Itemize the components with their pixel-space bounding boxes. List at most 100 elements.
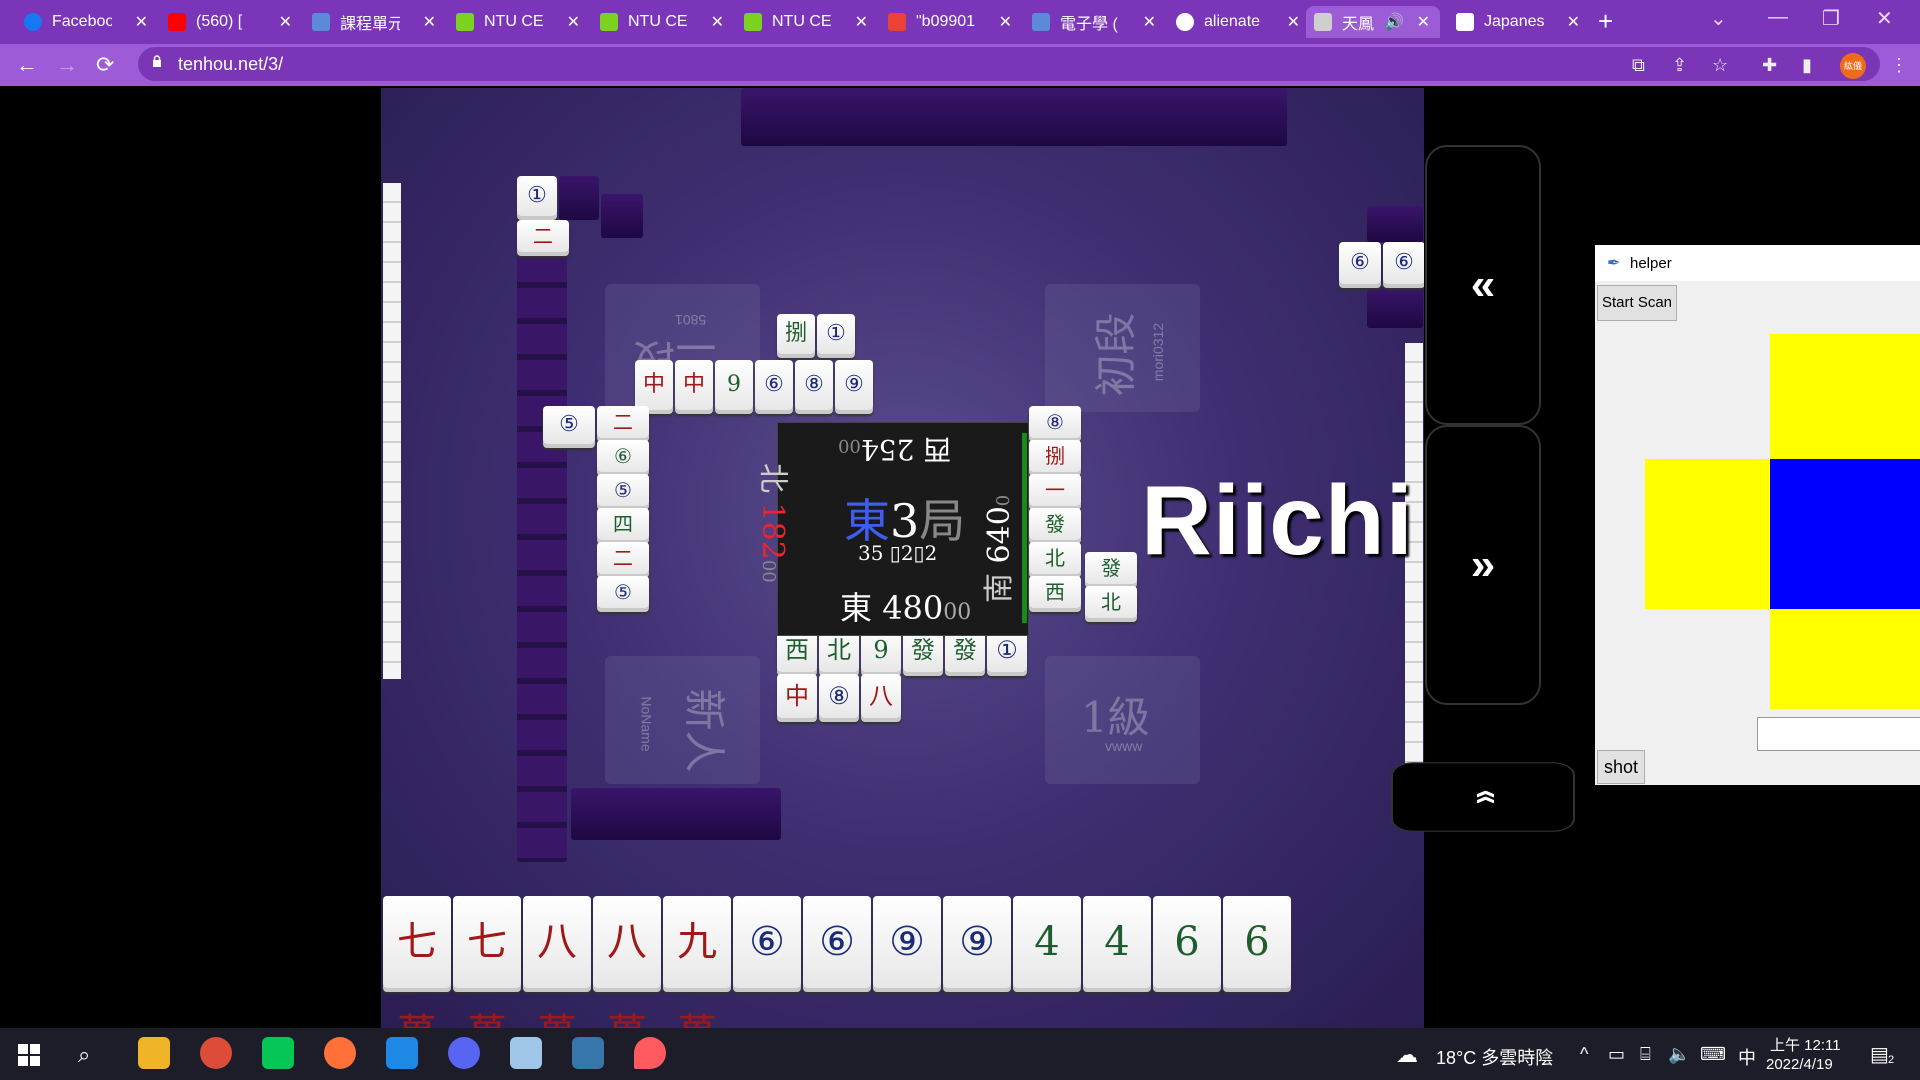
speaker-icon[interactable]: 🔊 (1384, 12, 1404, 32)
hand-tile[interactable]: 七萬 (383, 896, 451, 1028)
extensions-icon[interactable]: ✚ (1762, 55, 1777, 76)
right-discard-tile: 發 (1029, 508, 1081, 540)
restore-button[interactable]: ❐ (1822, 6, 1840, 31)
back-arrow-icon[interactable]: ← (16, 52, 38, 78)
ceiba-icon (456, 13, 474, 31)
close-tab-icon[interactable]: ✕ (711, 12, 724, 32)
line-icon[interactable] (262, 1037, 294, 1069)
right-discard-tile: 捌 (1029, 440, 1081, 472)
left-dora-wall (601, 194, 643, 238)
close-tab-icon[interactable]: ✕ (279, 12, 292, 32)
lock-icon[interactable] (152, 55, 162, 67)
star-icon[interactable]: ☆ (1712, 55, 1728, 76)
helper-window: ✒ helper Start Scan shot (1595, 245, 1920, 785)
chrome-icon[interactable] (200, 1037, 232, 1069)
score-panel: 西 25400 北 18200 南 6400 東3局 35 ▯2▯2 東 480… (755, 422, 1029, 636)
menu-icon[interactable]: ⋮ (1890, 55, 1908, 76)
tab-ntu-ceiba-1[interactable]: NTU CEI ✕ (448, 6, 590, 38)
close-tab-icon[interactable]: ✕ (135, 12, 148, 32)
hand-tile[interactable]: ⑨ (943, 896, 1011, 988)
start-scan-button[interactable]: Start Scan (1597, 285, 1677, 321)
hand-tile[interactable]: 6 (1153, 896, 1221, 988)
windows-start-icon[interactable] (18, 1044, 40, 1066)
right-discard-tile: 發 (1085, 552, 1137, 584)
notification-icon[interactable]: ▤ (1870, 1042, 1889, 1067)
close-tab-icon[interactable]: ✕ (1287, 12, 1300, 32)
weather-icon[interactable]: ☁ (1396, 1042, 1418, 1068)
tab-ntu-ceiba-2[interactable]: NTU CEI ✕ (592, 6, 734, 38)
hand-tile[interactable]: 七萬 (453, 896, 521, 1028)
file-explorer-icon[interactable] (138, 1037, 170, 1069)
url-text[interactable]: tenhou.net/3/ (178, 54, 283, 75)
hand-tile[interactable]: 4 (1083, 896, 1151, 988)
tab-gmail[interactable]: "b09901 ✕ (880, 6, 1022, 38)
share-icon[interactable]: ⇪ (1672, 55, 1687, 76)
battery-icon[interactable]: ▭ (1608, 1044, 1625, 1065)
app-icon[interactable] (634, 1037, 666, 1069)
helper-entry[interactable] (1757, 717, 1920, 751)
weather-text[interactable]: 18°C 多雲時陰 (1436, 1044, 1553, 1070)
tab-google[interactable]: alienate ✕ (1168, 6, 1310, 38)
left-discard-tile: 二 (597, 542, 649, 574)
close-tab-icon[interactable]: ✕ (855, 12, 868, 32)
hand-tile[interactable]: ⑥ (733, 896, 801, 988)
close-tab-icon[interactable]: ✕ (999, 12, 1012, 32)
network-icon[interactable]: ⌸ (1640, 1044, 1651, 1065)
address-bar[interactable] (138, 47, 1880, 81)
tab-ntu-ceiba-3[interactable]: NTU CEI ✕ (736, 6, 878, 38)
profile-avatar[interactable]: 紘儀 (1840, 53, 1866, 79)
close-tab-icon[interactable]: ✕ (567, 12, 580, 32)
forward-arrow-icon[interactable]: → (56, 52, 78, 78)
self-discard-tile: 八 (861, 674, 901, 718)
hand-tile[interactable]: ⑨ (873, 896, 941, 988)
close-tab-icon[interactable]: ✕ (423, 12, 436, 32)
paint-icon[interactable] (510, 1037, 542, 1069)
python-icon[interactable] (572, 1037, 604, 1069)
close-window-button[interactable]: ✕ (1876, 6, 1893, 31)
self-player-rank: 1級 (1081, 693, 1150, 742)
volume-icon[interactable]: 🔈 (1668, 1044, 1690, 1065)
hand-tile[interactable]: 八萬 (523, 896, 591, 1028)
forward-button[interactable]: » (1425, 425, 1541, 705)
helper-title: helper (1630, 255, 1672, 272)
firefox-icon[interactable] (324, 1037, 356, 1069)
sidepanel-icon[interactable]: ▮ (1802, 55, 1812, 76)
hand-tile[interactable]: 4 (1013, 896, 1081, 988)
search-icon[interactable]: ⌕ (78, 1042, 90, 1068)
close-tab-icon[interactable]: ✕ (1567, 12, 1580, 32)
clock-date[interactable]: 2022/4/19 (1766, 1056, 1833, 1073)
shot-button[interactable]: shot (1597, 750, 1645, 784)
clock-time[interactable]: 上午 12:11 (1770, 1034, 1841, 1055)
top-discard-tile: ⑧ (795, 360, 833, 410)
discord-icon[interactable] (448, 1037, 480, 1069)
right-dora-wall (1367, 206, 1423, 242)
rewind-button[interactable]: « (1425, 145, 1541, 425)
top-discard-tile: 中 (675, 360, 713, 410)
hand-tile[interactable]: ⑥ (803, 896, 871, 988)
riichi-call-text: Riichi (1141, 465, 1414, 575)
keyboard-icon[interactable]: ⌨ (1700, 1044, 1726, 1065)
reload-icon[interactable]: ⟳ (96, 52, 114, 78)
tray-chevron-icon[interactable]: ^ (1580, 1044, 1588, 1065)
vscode-icon[interactable] (386, 1037, 418, 1069)
tab-tenhou[interactable]: 天鳳 🔊 ✕ (1306, 6, 1440, 38)
tab-youtube[interactable]: (560) [✕ (160, 6, 302, 38)
minimize-button[interactable]: — (1768, 6, 1788, 29)
tab-course[interactable]: 課程單元 ✕ (304, 6, 446, 38)
translate-icon[interactable]: ⧉ (1632, 55, 1645, 76)
ime-indicator[interactable]: 中 (1738, 1044, 1756, 1070)
close-tab-icon[interactable]: ✕ (1143, 12, 1156, 32)
collapse-up-button[interactable]: » (1391, 762, 1575, 832)
new-tab-button[interactable]: + (1598, 6, 1613, 37)
left-discard-tile: ⑤ (543, 406, 595, 444)
close-tab-icon[interactable]: ✕ (1417, 12, 1430, 32)
tab-wikipedia[interactable]: Japanese✕ (1448, 6, 1590, 38)
hand-tile[interactable]: 九萬 (663, 896, 731, 1028)
hand-tile[interactable]: 6 (1223, 896, 1291, 988)
right-discard-tile: 一 (1029, 474, 1081, 506)
tab-search-icon[interactable]: ⌄ (1710, 6, 1727, 31)
facebook-icon (24, 13, 42, 31)
tab-facebook[interactable]: Faceboo ✕ (16, 6, 158, 38)
hand-tile[interactable]: 八萬 (593, 896, 661, 1028)
tab-electronics[interactable]: 電子學 (✕ (1024, 6, 1166, 38)
